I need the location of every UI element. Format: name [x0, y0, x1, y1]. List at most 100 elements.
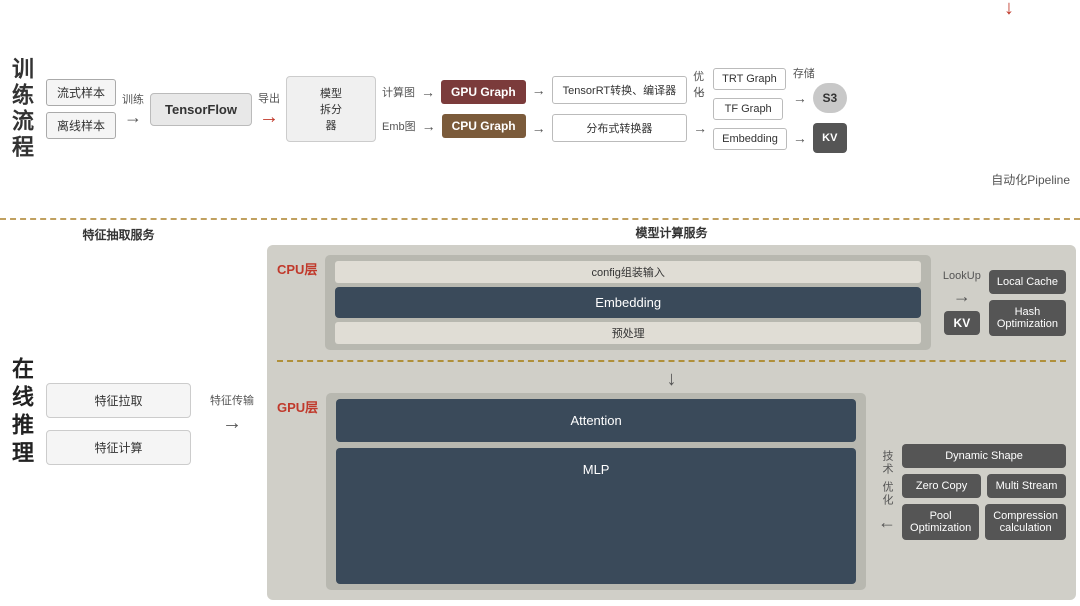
gpu-converter-arrow: → — [532, 82, 546, 98]
emb-arrow-icon: → — [422, 118, 436, 134]
gpu-graph-box: GPU Graph — [441, 80, 526, 104]
shangjian-arrow-icon: ↓ — [1004, 0, 1014, 18]
optimize-section: 优化 → → — [693, 82, 707, 136]
feature-transfer-label: 特征传输 — [210, 392, 254, 408]
streaming-sample: 流式样本 — [46, 79, 116, 106]
model-compute-panel: 模型计算服务 CPU层 config组装输入 Embedding 预处理 Loo… — [267, 220, 1080, 606]
kv-arrow: → — [793, 130, 807, 146]
inference-section-label: 在线推理 — [0, 220, 42, 606]
cpu-graph-box: CPU Graph — [442, 114, 526, 138]
export-arrow: 导出 → — [258, 90, 280, 129]
tech-opt-vert-label: 技术 优化 — [879, 450, 895, 507]
kv-cylinder: KV — [813, 123, 847, 153]
gpu-graph-row: 计算图 → GPU Graph — [382, 80, 526, 104]
export-label: 导出 — [258, 90, 280, 106]
right-options-cpu: Local Cache Hash Optimization — [989, 270, 1066, 336]
local-cache-box: Local Cache — [989, 270, 1066, 294]
export-arrow-icon: → — [259, 106, 279, 129]
cpu-graph-row: Emb图 → CPU Graph — [382, 114, 526, 138]
kv-label: KV — [822, 132, 837, 144]
feature-items: 特征拉取 特征计算 — [46, 247, 191, 600]
auto-pipeline-label: 自动化Pipeline — [991, 171, 1070, 188]
zero-copy-box: Zero Copy — [902, 474, 981, 498]
offline-sample: 离线样本 — [46, 112, 116, 139]
multi-stream-box: Multi Stream — [987, 474, 1066, 498]
cpu-layer-content: config组装输入 Embedding 预处理 — [325, 255, 930, 350]
tech-opt-boxes: Dynamic Shape Zero Copy Multi Stream Poo… — [902, 444, 1066, 540]
preprocess-bar: 预处理 — [335, 322, 920, 344]
inference-section: 在线推理 特征抽取服务 特征拉取 特征计算 特征传输 → 模型计算服务 CPU层 — [0, 220, 1080, 606]
train-arrow-icon: → — [124, 107, 142, 128]
opt-row-2: Zero Copy Multi Stream — [902, 474, 1066, 498]
tech-opt-arrow-icon: ← — [878, 512, 896, 533]
s3-label: S3 — [822, 91, 837, 105]
s3-row: → S3 — [793, 83, 847, 113]
dist-arrow: → — [693, 120, 707, 136]
cpu-layer-label: CPU层 — [277, 255, 317, 350]
config-input-bar: config组装输入 — [335, 261, 920, 283]
down-arrow-icon: ↓ — [667, 368, 677, 390]
opt-row-3: Pool Optimization Compression calculatio… — [902, 504, 1066, 540]
tf-graph-box: TF Graph — [713, 98, 783, 120]
tensorrt-converter: TensorRT转换、编译器 — [552, 76, 687, 104]
kv-box: KV — [944, 311, 981, 335]
train-arrow: 训练 → — [122, 91, 144, 128]
kv-lookup-section: LookUp → KV Local Cache Hash Optimizatio… — [943, 255, 1066, 350]
gpu-layer: GPU层 Attention MLP 技术 优化 ← Dynamic Shape — [277, 393, 1066, 590]
trt-section: TRT Graph TF Graph Embedding — [713, 68, 787, 150]
tensorflow-box: TensorFlow — [150, 93, 252, 126]
converter-arrows: → → — [532, 82, 546, 136]
compute-arrow-icon: → — [421, 84, 435, 100]
kv-lookup-group: LookUp → KV — [943, 270, 981, 335]
tech-opt-arrow-group: 技术 优化 ← — [878, 450, 896, 532]
embedding-bar: Embedding — [335, 287, 920, 318]
dashed-separator — [277, 360, 1066, 362]
embedding-row: Embedding — [713, 128, 787, 150]
feature-transfer-section: 特征传输 → — [197, 220, 267, 606]
hash-optimization-box: Hash Optimization — [989, 300, 1066, 336]
model-splitter-title: 模型 拆分 器 — [297, 85, 365, 133]
samples-box: 流式样本 离线样本 — [46, 79, 116, 139]
cpu-layer: CPU层 config组装输入 Embedding 预处理 LookUp → K… — [277, 255, 1066, 350]
trt-row: TRT Graph — [713, 68, 787, 90]
tech-opt-section: 技术 优化 ← Dynamic Shape Zero Copy Multi St… — [878, 393, 1066, 590]
gpu-layer-content: Attention MLP — [326, 393, 866, 590]
shangjian-area: 上线 ↓ — [998, 0, 1020, 18]
model-splitter-box: 模型 拆分 器 — [286, 76, 376, 142]
lookup-arrow-icon: → — [953, 286, 971, 307]
trt-graph-box: TRT Graph — [713, 68, 786, 90]
s3-cloud: S3 — [813, 83, 847, 113]
converters-section: TensorRT转换、编译器 分布式转换器 — [552, 76, 687, 142]
s3-arrow: → — [793, 90, 807, 106]
train-label: 训练 — [122, 91, 144, 107]
tf-row: TF Graph — [713, 98, 787, 120]
pool-optimization-box: Pool Optimization — [902, 504, 979, 540]
model-compute-title: 模型计算服务 — [267, 224, 1076, 241]
attention-bar: Attention — [336, 399, 856, 442]
storage-label: 存储 — [793, 65, 815, 81]
dynamic-shape-box: Dynamic Shape — [902, 444, 1066, 468]
cpu-converter-arrow: → — [532, 120, 546, 136]
training-section: 训练流程 流式样本 离线样本 训练 → TensorFlow 导出 → 模型 拆… — [0, 0, 1080, 220]
compute-inner: CPU层 config组装输入 Embedding 预处理 LookUp → K… — [267, 245, 1076, 600]
dist-converter: 分布式转换器 — [552, 114, 687, 142]
training-content: 流式样本 离线样本 训练 → TensorFlow 导出 → 模型 拆分 器 — [42, 0, 1080, 218]
graph-section: 计算图 → GPU Graph Emb图 → CPU Graph — [382, 80, 526, 138]
inference-label: 在线推理 — [5, 357, 37, 469]
kv-row: → KV — [793, 123, 847, 153]
compression-calc-box: Compression calculation — [985, 504, 1066, 540]
transfer-arrow-icon: → — [222, 412, 242, 435]
gpu-layer-label: GPU层 — [277, 393, 318, 590]
mlp-bar: MLP — [336, 448, 856, 584]
feature-service-panel: 特征抽取服务 特征拉取 特征计算 — [42, 220, 197, 606]
feature-compute-item: 特征计算 — [46, 430, 191, 465]
down-arrow-section: ↓ — [277, 368, 1066, 391]
optimize-label: 优化 — [693, 68, 707, 100]
storage-arrows: → S3 → KV — [793, 83, 847, 153]
emb-graph-label: Emb图 — [382, 118, 416, 134]
embedding-label-box: Embedding — [713, 128, 787, 150]
compute-graph-label: 计算图 — [382, 84, 415, 100]
lookup-label: LookUp — [943, 270, 981, 282]
feature-pull-item: 特征拉取 — [46, 383, 191, 418]
feature-service-title: 特征抽取服务 — [46, 226, 191, 243]
